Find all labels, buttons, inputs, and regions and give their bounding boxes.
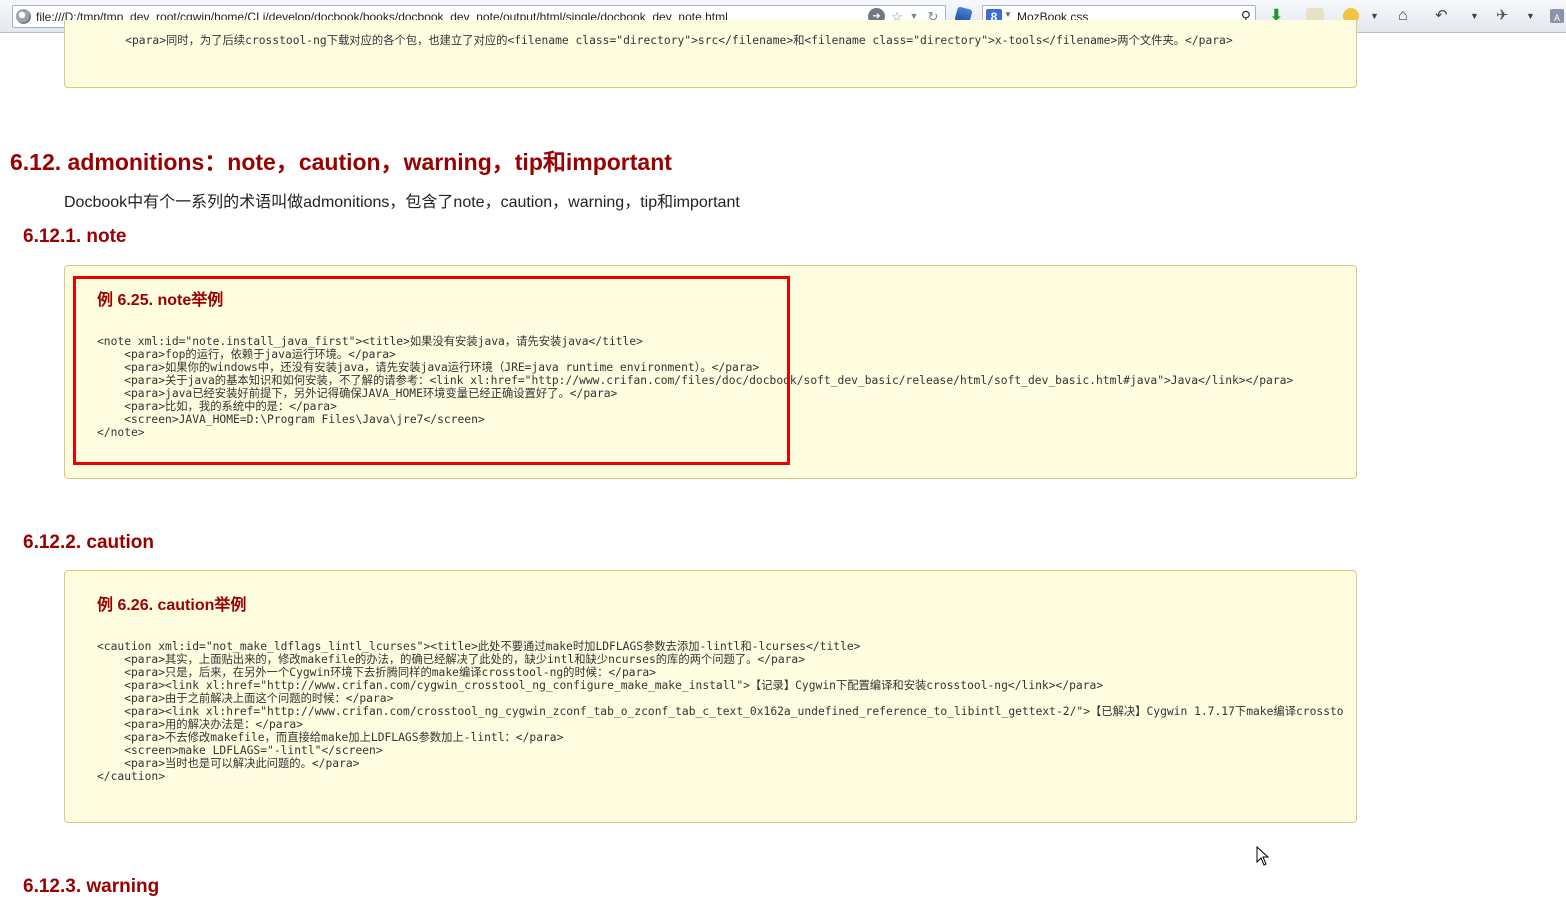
note-heading: 6.12.1. note xyxy=(23,226,127,247)
chevron-down-icon[interactable]: ▼ xyxy=(1370,7,1379,25)
code-line: <para>当时也是可以解决此问题的。</para> xyxy=(97,757,360,770)
code-line: <para>不去修改makefile，而直接给make加上LDFLAGS参数加上… xyxy=(97,731,564,744)
engine-dropdown-icon[interactable]: ▼ xyxy=(1004,10,1012,19)
highlight-rectangle xyxy=(73,276,790,465)
chevron-down-icon[interactable]: ▼ xyxy=(1526,7,1535,25)
mouse-cursor-icon xyxy=(1256,846,1270,866)
code-line: <para>用的解决办法是：</para> xyxy=(97,718,303,731)
code-line: <para>其实，上面贴出来的，修改makefile的办法，的确已经解决了此处的… xyxy=(97,653,806,666)
code-line: <para>由于之前解决上面这个问题的时候：</para> xyxy=(97,692,394,705)
menu-icon[interactable]: A xyxy=(1550,9,1564,23)
caution-example-title: 例 6.26. caution举例 xyxy=(97,597,247,614)
code-line: <para>同时，为了后续crosstool-ng下载对应的各个包，也建立了对应… xyxy=(98,34,1233,47)
previous-code-box: <para>同时，为了后续crosstool-ng下载对应的各个包，也建立了对应… xyxy=(64,20,1357,88)
code-line: <screen>make LDFLAGS="-lintl"</screen> xyxy=(97,744,383,757)
site-identity-icon[interactable] xyxy=(16,9,31,24)
code-line: <para>只是，后来，在另外一个Cygwin环境下去折腾同样的make编译cr… xyxy=(97,666,656,679)
code-line: <para><link xl:href="http://www.crifan.c… xyxy=(97,679,1104,692)
caution-heading: 6.12.2. caution xyxy=(23,532,154,553)
section-intro: Docbook中有个一系列的术语叫做admonitions，包含了note，ca… xyxy=(64,194,740,211)
code-line: <caution xml:id="not_make_ldflags_lintl_… xyxy=(97,640,861,653)
home-icon[interactable]: ⌂ xyxy=(1398,7,1408,25)
caution-code-block: <caution xml:id="not_make_ldflags_lintl_… xyxy=(97,640,1561,783)
code-line: <para><link xl:href="http://www.crifan.c… xyxy=(97,705,1344,718)
code-line: </caution> xyxy=(97,770,166,783)
undo-close-tab-icon[interactable]: ↶ xyxy=(1435,7,1448,25)
section-title: 6.12. admonitions：note，caution，warning，t… xyxy=(10,149,672,175)
tools-icon[interactable]: ✈ xyxy=(1496,7,1509,25)
warning-heading: 6.12.3. warning xyxy=(23,876,160,897)
chevron-down-icon[interactable]: ▼ xyxy=(1470,7,1479,25)
